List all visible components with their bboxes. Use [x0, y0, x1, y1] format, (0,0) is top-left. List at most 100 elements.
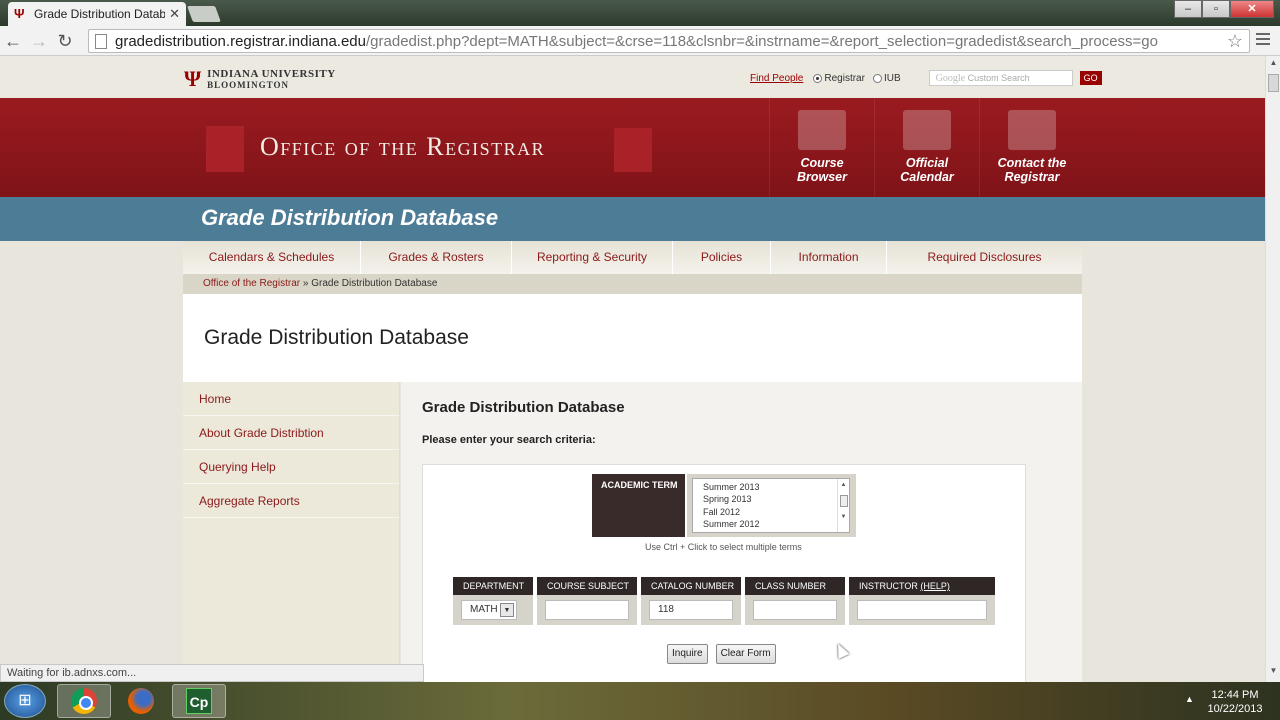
- nav-grades-rosters[interactable]: Grades & Rosters: [361, 241, 512, 274]
- scroll-up-icon[interactable]: ▲: [1266, 58, 1280, 72]
- content-header: Grade Distribution Database: [183, 294, 1082, 382]
- instructor-help-link[interactable]: (HELP): [920, 581, 950, 591]
- bookmark-star-icon[interactable]: ☆: [1227, 31, 1243, 52]
- google-brand: Google: [935, 73, 966, 84]
- google-search-input[interactable]: Google Custom Search: [928, 70, 1073, 86]
- nav-information[interactable]: Information: [771, 241, 887, 274]
- campus-name: BLOOMINGTON: [207, 80, 290, 90]
- browser-titlebar: Ψ Grade Distribution Databa ✕ – ▫ ✕: [0, 0, 1280, 26]
- course-subject-input[interactable]: [545, 600, 629, 620]
- radio-iub[interactable]: [872, 73, 882, 83]
- iu-topbar: Ψ INDIANA UNIVERSITY BLOOMINGTON Find Pe…: [0, 56, 1265, 98]
- term-scroll-thumb[interactable]: [839, 495, 848, 508]
- catalog-number-field: CATALOG NUMBER 118: [641, 577, 741, 625]
- status-bar: Waiting for ib.adnxs.com...: [0, 664, 424, 682]
- forward-icon[interactable]: →: [26, 28, 52, 54]
- term-option[interactable]: Spring 2013: [703, 493, 849, 505]
- instructor-input[interactable]: [857, 600, 987, 620]
- web-page: Ψ INDIANA UNIVERSITY BLOOMINGTON Find Pe…: [0, 56, 1265, 682]
- official-calendar-link[interactable]: Official Calendar: [874, 98, 979, 197]
- sidebar-item-about[interactable]: About Grade Distribtion: [183, 416, 399, 450]
- captivate-icon: Cp: [186, 688, 212, 714]
- address-bar[interactable]: gradedistribution.registrar.indiana.edu /…: [88, 29, 1250, 53]
- term-scrollbar[interactable]: ▲ ▼: [837, 479, 849, 532]
- university-name: INDIANA UNIVERSITY: [207, 68, 336, 80]
- contact-registrar-line2: Registrar: [1004, 170, 1060, 184]
- find-people-link[interactable]: Find People: [750, 73, 803, 84]
- course-browser-line2: Browser: [796, 170, 848, 184]
- minimize-button[interactable]: –: [1174, 0, 1202, 18]
- breadcrumb-home-link[interactable]: Office of the Registrar: [203, 278, 300, 289]
- department-select[interactable]: MATH ▼: [461, 600, 517, 620]
- main-heading: Grade Distribution Database: [422, 399, 625, 416]
- maximize-button[interactable]: ▫: [1202, 0, 1230, 18]
- radio-registrar[interactable]: [813, 73, 823, 83]
- window-close-button[interactable]: ✕: [1230, 0, 1274, 18]
- chevron-down-icon[interactable]: ▼: [500, 603, 514, 617]
- url-path: /gradedist.php?dept=MATH&subject=&crse=1…: [366, 32, 1158, 50]
- go-button[interactable]: GO: [1079, 71, 1102, 85]
- scroll-thumb[interactable]: [1268, 74, 1279, 92]
- term-hint: Use Ctrl + Click to select multiple term…: [645, 542, 802, 552]
- nav-required-disclosures[interactable]: Required Disclosures: [887, 241, 1082, 274]
- inquire-button[interactable]: Inquire: [667, 644, 708, 664]
- calendar-icon: [903, 110, 951, 150]
- breadcrumb: Office of the Registrar » Grade Distribu…: [183, 274, 1082, 294]
- catalog-number-input[interactable]: 118: [649, 600, 733, 620]
- quick-links: Course Browser Official Calendar Contact…: [769, 98, 1084, 197]
- class-number-input[interactable]: [753, 600, 837, 620]
- taskbar-captivate[interactable]: Cp: [172, 684, 226, 718]
- nav-reporting-security[interactable]: Reporting & Security: [512, 241, 673, 274]
- nav-calendars-schedules[interactable]: Calendars & Schedules: [183, 241, 361, 274]
- browser-tab[interactable]: Ψ Grade Distribution Databa ✕: [8, 2, 186, 26]
- radio-registrar-label: Registrar: [824, 72, 865, 84]
- sidebar-item-aggregate-reports[interactable]: Aggregate Reports: [183, 484, 399, 518]
- windows-logo-icon: ⊞: [18, 692, 32, 709]
- academic-term-select[interactable]: Summer 2013 Spring 2013 Fall 2012 Summer…: [692, 478, 850, 533]
- taskbar-chrome[interactable]: [57, 684, 111, 718]
- course-browser-link[interactable]: Course Browser: [769, 98, 874, 197]
- tray-expand-icon[interactable]: ▲: [1185, 694, 1194, 704]
- official-calendar-line1: Official: [905, 156, 949, 170]
- main-content: Grade Distribution Database Please enter…: [401, 382, 1082, 682]
- scroll-down-icon[interactable]: ▼: [1266, 666, 1280, 680]
- clear-form-button[interactable]: Clear Form: [715, 644, 776, 664]
- search-placeholder: Custom Search: [967, 73, 1030, 83]
- iu-trident-icon: Ψ: [184, 66, 202, 91]
- form-buttons: Inquire Clear Form: [667, 644, 784, 664]
- department-field: DEPARTMENT MATH ▼: [453, 577, 533, 625]
- back-icon[interactable]: ←: [0, 28, 26, 54]
- list-icon: [798, 110, 846, 150]
- clock-date: 10/22/2013: [1207, 703, 1263, 715]
- system-clock[interactable]: 12:44 PM 10/22/2013: [1200, 688, 1270, 716]
- contact-registrar-link[interactable]: Contact the Registrar: [979, 98, 1084, 197]
- iu-favicon-icon: Ψ: [14, 6, 25, 21]
- term-option[interactable]: Summer 2013: [703, 481, 849, 493]
- taskbar-firefox[interactable]: [114, 684, 168, 718]
- instructor-field: INSTRUCTOR (HELP): [849, 577, 995, 625]
- tab-close-icon[interactable]: ✕: [169, 6, 180, 22]
- instructor-label: INSTRUCTOR: [859, 581, 918, 591]
- banner-title[interactable]: Office of the Registrar: [260, 132, 545, 162]
- sidebar-item-home[interactable]: Home: [183, 382, 399, 416]
- registrar-banner: Office of the Registrar Course Browser O…: [0, 98, 1265, 197]
- iu-logo[interactable]: Ψ INDIANA UNIVERSITY BLOOMINGTON: [184, 66, 336, 92]
- top-search-area: Find People Registrar IUB Google Custom …: [750, 70, 1102, 86]
- sidebar-item-querying-help[interactable]: Querying Help: [183, 450, 399, 484]
- page-scrollbar[interactable]: ▲ ▼: [1265, 56, 1280, 682]
- page-title: Grade Distribution Database: [204, 326, 469, 349]
- term-option[interactable]: Fall 2012: [703, 506, 849, 518]
- course-subject-field: COURSE SUBJECT: [537, 577, 637, 625]
- taskbar: ⊞ Cp: [0, 682, 1280, 720]
- nav-policies[interactable]: Policies: [673, 241, 771, 274]
- sidebar: Home About Grade Distribtion Querying He…: [183, 382, 400, 682]
- breadcrumb-current: Grade Distribution Database: [311, 278, 438, 289]
- new-tab-button[interactable]: [187, 6, 221, 22]
- browser-menu-icon[interactable]: [1256, 33, 1270, 47]
- site-title[interactable]: Grade Distribution Database: [201, 205, 498, 231]
- term-option[interactable]: Summer 2012: [703, 518, 849, 530]
- academic-term-label: ACADEMIC TERM: [592, 474, 685, 537]
- browser-toolbar: ← → ↻ gradedistribution.registrar.indian…: [0, 26, 1280, 56]
- reload-icon[interactable]: ↻: [52, 28, 78, 54]
- start-button[interactable]: ⊞: [4, 684, 46, 718]
